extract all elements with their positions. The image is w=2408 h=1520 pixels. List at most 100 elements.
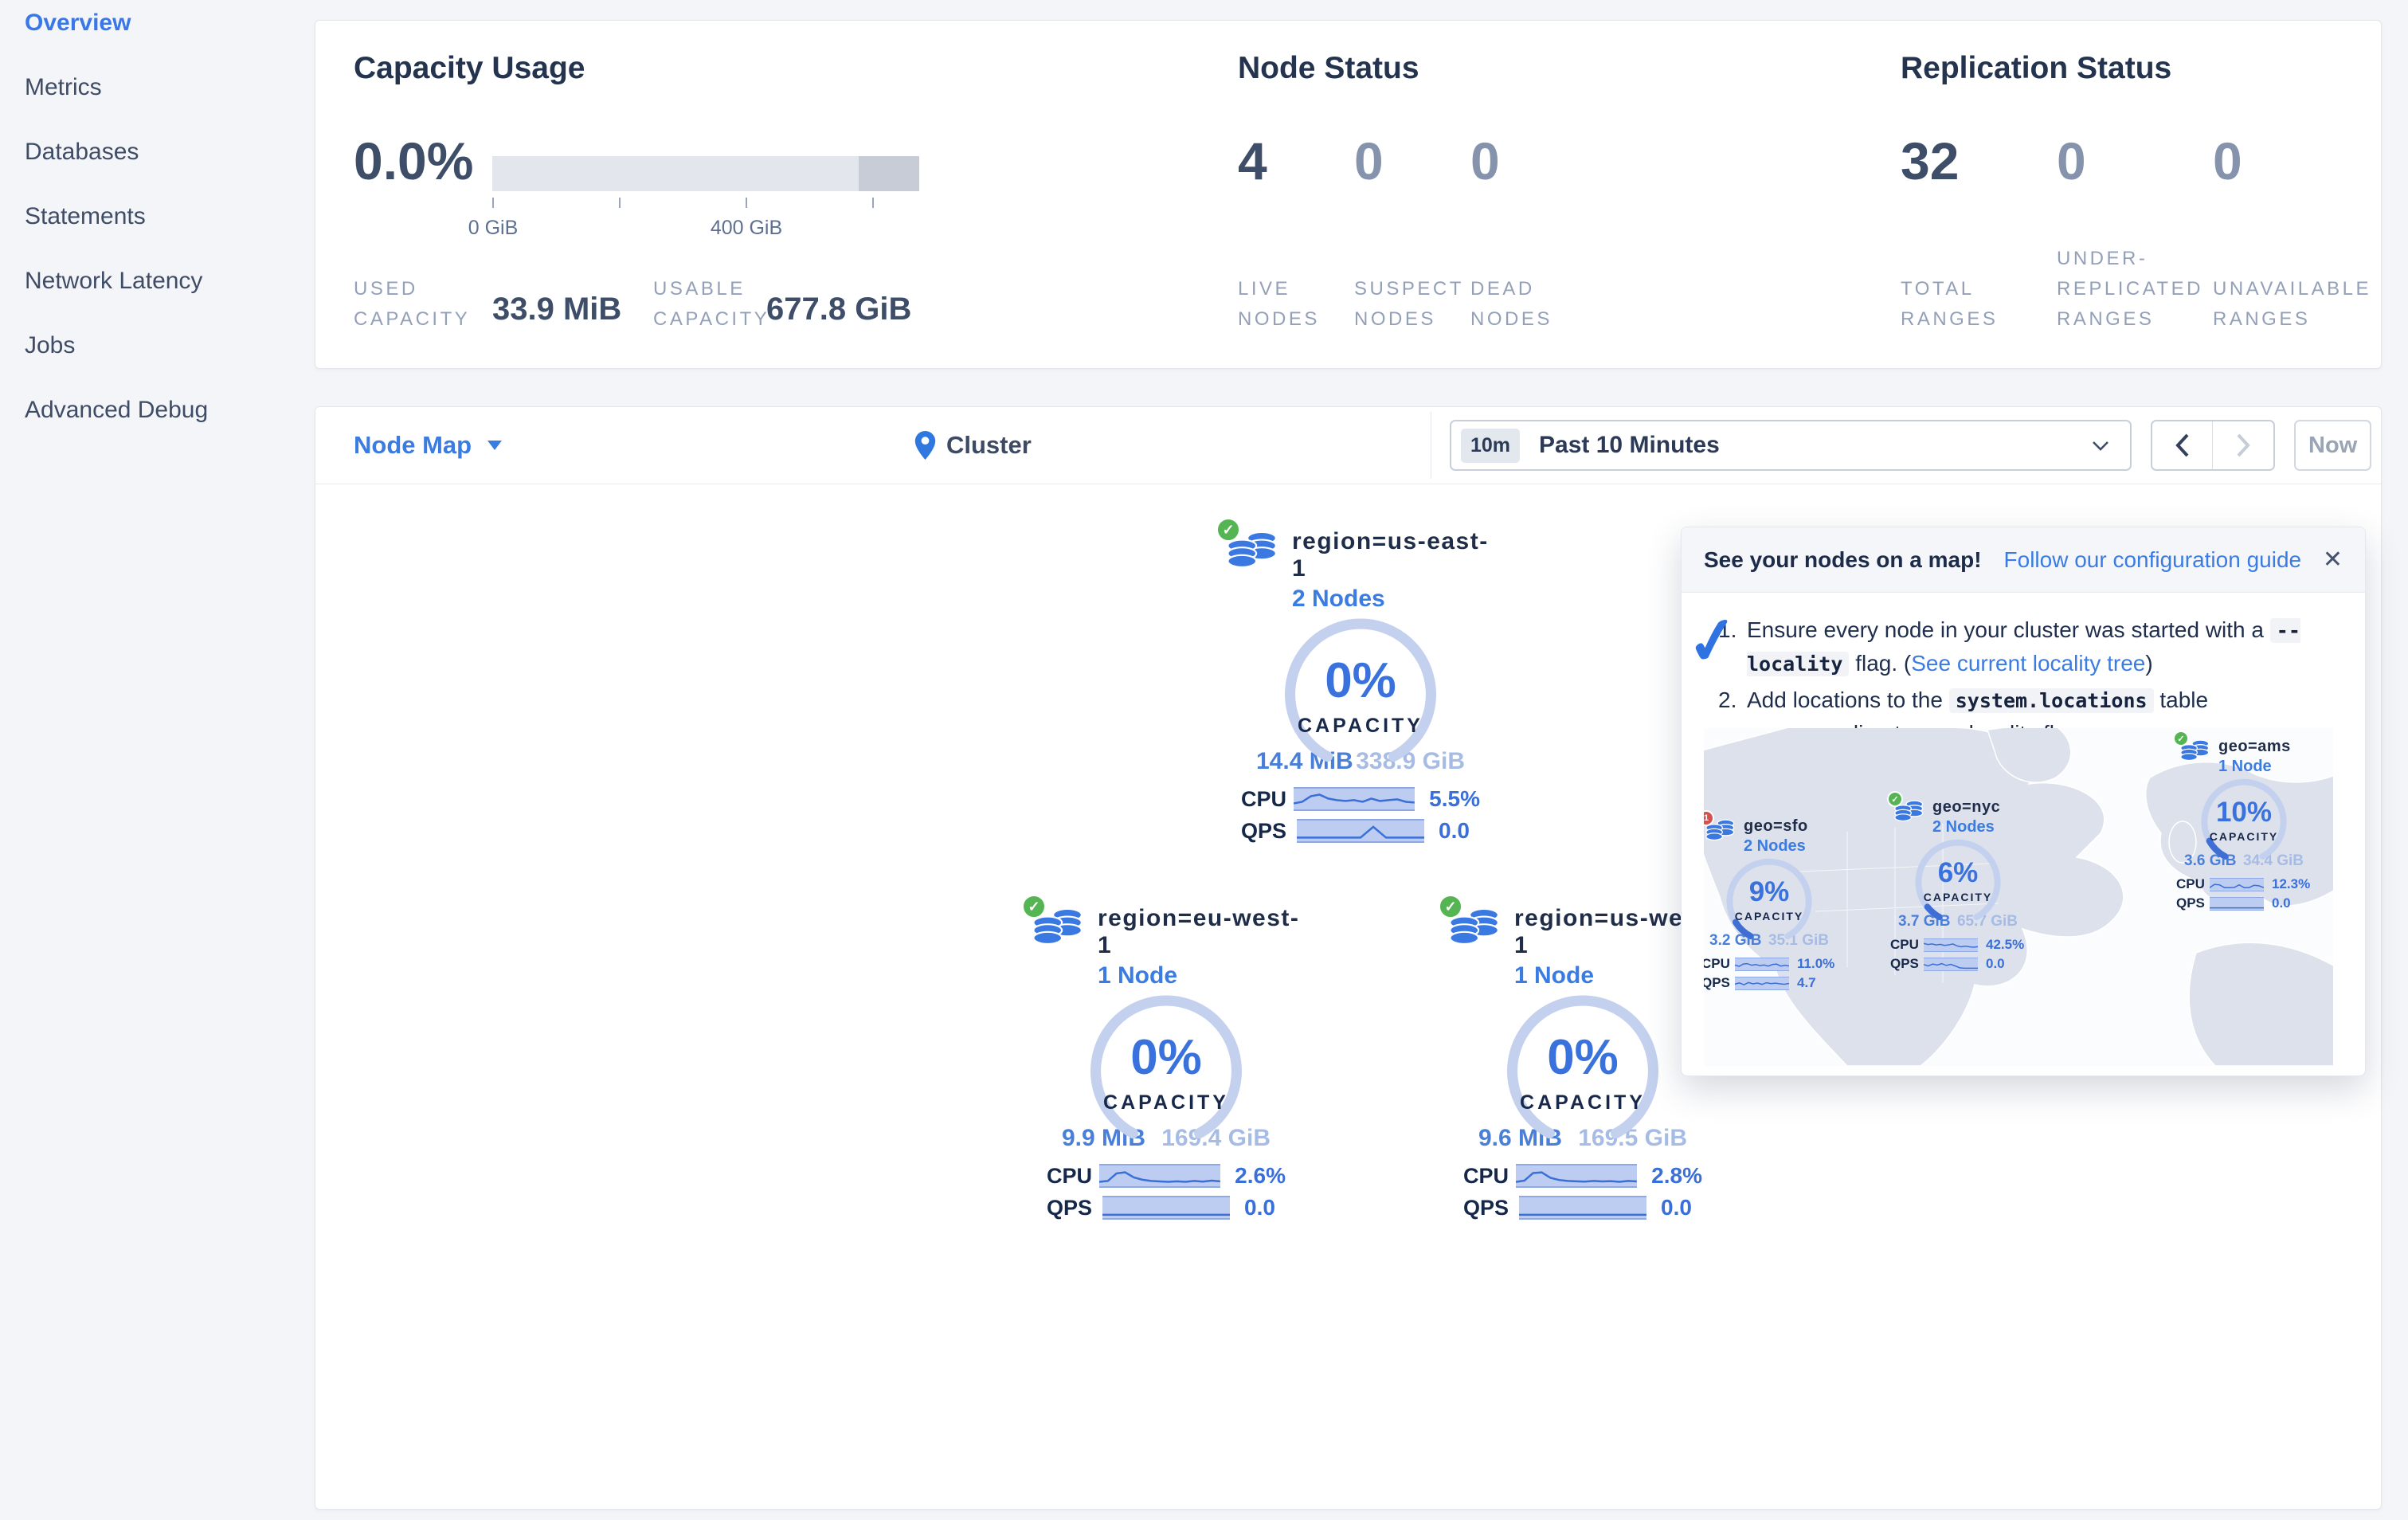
live-nodes-count: 4: [1238, 131, 1267, 190]
cpu-sparkline: [1735, 958, 1789, 970]
sidebar-item-statements[interactable]: Statements: [0, 203, 313, 268]
node-map-card: Node Map Cluster 10m Past 10 Minutes Now…: [315, 406, 2382, 1510]
axis-tick: [619, 198, 621, 208]
qps-sparkline: [1519, 1197, 1646, 1218]
under-replicated-label: UNDER-REPLICATED RANGES: [2057, 248, 2203, 330]
sidebar-item-overview[interactable]: Overview: [0, 10, 313, 74]
total-ranges-count: 32: [1901, 131, 1960, 190]
qps-value: 0.0: [1986, 956, 2005, 971]
qps-sparkline: [1735, 977, 1789, 989]
map-pin-icon: [914, 431, 936, 460]
cpu-label: CPU: [1890, 937, 1919, 952]
capacity-percent: 9%: [1748, 876, 1790, 907]
status-ok-icon: ✓: [1216, 517, 1241, 543]
locality-tree-link[interactable]: See current locality tree: [1911, 651, 2145, 676]
under-replicated-count: 0: [2057, 131, 2086, 190]
qps-value: 4.7: [1797, 975, 1816, 990]
cpu-sparkline: [2210, 879, 2264, 891]
cpu-sparkline: [1099, 1165, 1220, 1186]
capacity-label: CAPACITY: [1298, 715, 1423, 737]
geo-name: geo=sfo: [1744, 817, 1808, 835]
database-stack-icon: ✓: [1216, 517, 1279, 574]
capacity-percent: 10%: [2215, 797, 2273, 828]
view-mode-select[interactable]: Node Map: [354, 407, 503, 484]
capacity-gauge: 0% CAPACITY: [1277, 616, 1444, 772]
status-ok-icon: ✓: [1021, 894, 1047, 919]
now-button[interactable]: Now: [2294, 420, 2372, 471]
region-nodes-link[interactable]: 2 Nodes: [1292, 586, 1496, 613]
close-icon[interactable]: ✕: [2323, 546, 2343, 574]
node-map-canvas: ✓ region=us-east-1 2 Nodes 0% CAPACITY 1…: [315, 484, 2381, 1509]
geo-nodes: 1 Node: [2218, 758, 2272, 775]
dead-nodes-count: 0: [1470, 131, 1500, 190]
step-text: flag. (: [1849, 651, 1912, 676]
cpu-value: 2.6%: [1235, 1163, 1286, 1188]
sidebar-item-advanced-debug[interactable]: Advanced Debug: [0, 397, 313, 461]
time-step-back-button[interactable]: [2152, 421, 2213, 469]
region-eu-west-1: ✓ region=eu-west-1 1 Node 0% CAPACITY 9.…: [1021, 894, 1302, 1220]
axis-tick: [746, 198, 747, 208]
capacity-usage-percent: 0.0%: [354, 131, 474, 190]
breadcrumb-cluster-label: Cluster: [946, 431, 1032, 459]
database-stack-icon: ✓: [1021, 894, 1085, 951]
qps-value: 0.0: [1439, 818, 1470, 843]
step-text: Add locations to the: [1747, 688, 1949, 712]
cpu-label: CPU: [1241, 786, 1287, 811]
qps-sparkline: [1924, 958, 1978, 970]
qps-label: QPS: [1241, 818, 1287, 843]
time-step-forward-button[interactable]: [2212, 421, 2273, 469]
cpu-sparkline: [1294, 789, 1415, 809]
geo-sfo: 1 geo=sfo 2 Nodes 9% CAPACITY 3.2 GiB 35…: [1704, 810, 1834, 991]
qps-label: QPS: [1890, 956, 1919, 971]
time-range-dropdown[interactable]: 10m Past 10 Minutes: [1450, 420, 2132, 471]
capacity-percent: 0%: [1325, 653, 1396, 708]
usable-capacity-value: 677.8 GiB: [766, 292, 912, 327]
sidebar-item-network-latency[interactable]: Network Latency: [0, 268, 313, 332]
qps-label: QPS: [1047, 1195, 1093, 1220]
cpu-value: 12.3%: [2272, 876, 2311, 891]
capacity-label: CAPACITY: [1734, 910, 1804, 923]
axis-tick-label-400: 400 GiB: [710, 217, 783, 239]
axis-tick: [872, 198, 874, 208]
qps-label: QPS: [1704, 975, 1730, 990]
chevron-down-icon: [487, 441, 503, 450]
total-ranges-label: TOTAL RANGES: [1901, 278, 1999, 330]
geo-nyc: ✓ geo=nyc 2 Nodes 6% CAPACITY 3.7 GiB 65…: [1887, 791, 2024, 972]
capacity-percent: 6%: [1937, 857, 1979, 888]
suspect-nodes-count: 0: [1354, 131, 1384, 190]
region-header: ✓ region=us-east-1 2 Nodes: [1216, 517, 1496, 613]
database-stack-icon: ✓: [2173, 731, 2210, 765]
example-node-map-image: 1 geo=sfo 2 Nodes 9% CAPACITY 3.2 GiB 35…: [1704, 728, 2333, 1066]
sidebar-item-jobs[interactable]: Jobs: [0, 332, 313, 397]
region-nodes-link[interactable]: 1 Node: [1098, 962, 1302, 989]
cpu-label: CPU: [1704, 956, 1730, 971]
database-stack-icon: 1: [1704, 810, 1736, 844]
cpu-label: CPU: [1463, 1163, 1509, 1188]
sidebar: Overview Metrics Databases Statements Ne…: [0, 0, 313, 1520]
database-stack-icon: ✓: [1438, 894, 1502, 951]
suspect-nodes-label: SUSPECT NODES: [1354, 278, 1464, 330]
step-text: ): [2145, 651, 2153, 676]
geo-name: geo=ams: [2218, 738, 2291, 755]
sidebar-item-databases[interactable]: Databases: [0, 139, 313, 203]
capacity-gauge: 0% CAPACITY: [1499, 993, 1666, 1149]
time-step-buttons: [2150, 420, 2276, 471]
axis-tick-label-0: 0 GiB: [468, 217, 519, 239]
status-ok-icon: ✓: [1887, 791, 1903, 807]
usable-capacity-label: USABLE CAPACITY: [653, 278, 770, 330]
cpu-label: CPU: [2176, 876, 2205, 891]
popup-body: ✓ 1. Ensure every node in your cluster w…: [1682, 593, 2365, 750]
step-text: Ensure every node in your cluster was st…: [1747, 617, 2270, 642]
capacity-gauge: 6% CAPACITY: [1911, 838, 2005, 926]
region-header: ✓ region=us-west-1 1 Node: [1438, 894, 1718, 989]
time-range-label: Past 10 Minutes: [1539, 432, 1720, 458]
breadcrumb[interactable]: Cluster: [914, 407, 1032, 484]
blue-check-icon: ✓: [1682, 601, 1744, 680]
sidebar-item-metrics[interactable]: Metrics: [0, 74, 313, 139]
used-capacity-label: USED CAPACITY: [354, 278, 471, 330]
capacity-label: CAPACITY: [1103, 1091, 1229, 1114]
chevron-right-icon: [2237, 433, 2251, 457]
capacity-usage-title: Capacity Usage: [354, 51, 585, 85]
configuration-guide-link[interactable]: Follow our configuration guide: [2004, 547, 2302, 573]
region-name: region=us-east-1: [1292, 528, 1489, 582]
